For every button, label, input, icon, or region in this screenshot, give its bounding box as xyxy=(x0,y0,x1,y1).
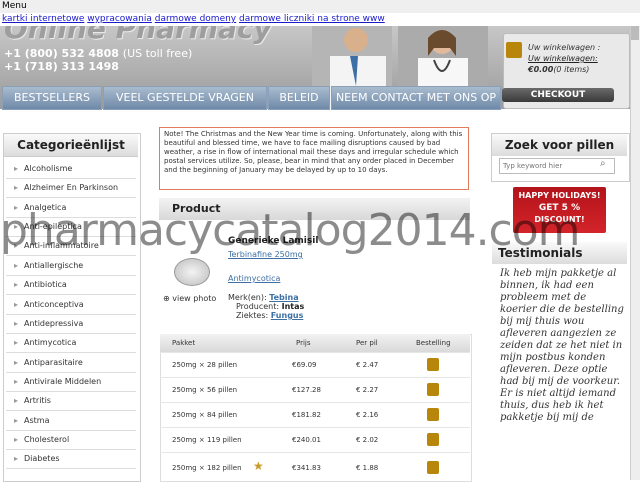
add-to-cart-icon[interactable] xyxy=(427,461,439,474)
category-item[interactable]: Cholesterol xyxy=(6,430,136,450)
search-input[interactable] xyxy=(499,158,615,174)
price-table-header: Pakket Prijs Per pil Bestelling xyxy=(160,334,470,352)
holiday-discount-banner[interactable]: HAPPY HOLIDAYS! GET 5 % DISCOUNT! xyxy=(513,187,606,233)
category-item[interactable]: Anti-inflammatoire xyxy=(6,236,136,256)
search-title: Zoek voor pillen xyxy=(492,134,627,156)
checkout-button[interactable]: CHECKOUT xyxy=(502,88,614,102)
ad-link-liczniki[interactable]: darmowe liczniki na strone www xyxy=(239,14,385,24)
testimonial-text: Ik heb mijn pakketje al binnen, ik had e… xyxy=(500,268,624,423)
pill-image[interactable] xyxy=(174,258,210,286)
cart-bag-icon[interactable] xyxy=(506,42,522,58)
scrollbar-thumb[interactable] xyxy=(631,26,639,40)
add-to-cart-icon[interactable] xyxy=(427,433,439,446)
brand-link[interactable]: Tebina xyxy=(269,293,298,302)
phone-us: +1 (800) 532 4808 (US toll free) xyxy=(4,47,193,60)
menu-bar[interactable]: Menu xyxy=(0,0,640,13)
cart-link[interactable]: Uw winkelwagen: xyxy=(528,54,598,63)
category-title: Categorieënlijst xyxy=(4,134,138,157)
table-row: 250mg × 119 pillen €240.01 € 2.02 xyxy=(160,427,470,452)
nav-policy[interactable]: BELEID xyxy=(268,86,330,110)
category-item[interactable]: Diabetes xyxy=(6,449,136,469)
zoom-icon: ⊕ xyxy=(163,294,170,303)
category-item[interactable]: Anti-epileptica xyxy=(6,217,136,237)
add-to-cart-icon[interactable] xyxy=(427,408,439,421)
add-to-cart-icon[interactable] xyxy=(427,383,439,396)
product-active-link[interactable]: Terbinafine 250mg xyxy=(228,250,303,259)
category-item[interactable]: Alcoholisme xyxy=(6,159,136,179)
category-item[interactable]: Antivirale Middelen xyxy=(6,372,136,392)
table-row: 250mg × 84 pillen €181.82 € 2.16 xyxy=(160,402,470,427)
bestseller-star-icon: ★ xyxy=(253,459,264,473)
table-row: 250mg × 28 pillen €69.09 € 2.47 xyxy=(160,352,470,377)
main-nav: BESTSELLERS VEEL GESTELDE VRAGEN BELEID … xyxy=(0,86,501,110)
nav-contact[interactable]: NEEM CONTACT MET ONS OP xyxy=(331,86,501,110)
product-name: Generieke Lamisil xyxy=(228,236,319,246)
add-to-cart-icon[interactable] xyxy=(427,358,439,371)
category-item[interactable]: Artritis xyxy=(6,391,136,411)
site-logo[interactable]: Online Pharmacy xyxy=(4,26,272,45)
category-item[interactable]: Astma xyxy=(6,411,136,431)
ad-links-bar: kartki internetowe wypracowania darmowe … xyxy=(0,13,640,27)
table-row: 250mg × 56 pillen €127.28 € 2.27 xyxy=(160,377,470,402)
search-icon[interactable]: ⌕ xyxy=(600,158,606,169)
nav-bestsellers[interactable]: BESTSELLERS xyxy=(2,86,102,110)
category-item[interactable]: Analgetica xyxy=(6,198,136,218)
ad-link-kartki[interactable]: kartki internetowe xyxy=(2,14,84,24)
product-brand: Merk(en): Tebina xyxy=(228,293,299,302)
nav-faq[interactable]: VEEL GESTELDE VRAGEN xyxy=(103,86,267,110)
ad-link-domeny[interactable]: darmowe domeny xyxy=(155,14,236,24)
phone-intl: +1 (718) 313 1498 xyxy=(4,60,119,73)
product-disease: Ziektes: Fungus xyxy=(236,311,304,320)
vertical-scrollbar[interactable] xyxy=(630,26,640,480)
category-item[interactable]: Antimycotica xyxy=(6,333,136,353)
category-item[interactable]: Anticonceptiva xyxy=(6,295,136,315)
holiday-note: Note! The Christmas and the New Year tim… xyxy=(159,127,469,190)
cart-summary: Uw winkelwagen : Uw winkelwagen:€0.00(0 … xyxy=(528,43,601,74)
category-item[interactable]: Antiparasitaire xyxy=(6,353,136,373)
disease-link[interactable]: Fungus xyxy=(271,311,304,320)
menu-label[interactable]: Menu xyxy=(2,1,27,11)
product-header: Product xyxy=(159,198,470,220)
product-category-link[interactable]: Antimycotica xyxy=(228,274,280,283)
category-item[interactable]: Alzheimer En Parkinson xyxy=(6,178,136,198)
ad-link-wypracowania[interactable]: wypracowania xyxy=(87,14,152,24)
category-item[interactable]: Antiallergische xyxy=(6,256,136,276)
product-producer: Producent: Intas xyxy=(236,302,305,311)
view-photo-link[interactable]: ⊕ view photo xyxy=(163,294,216,303)
category-item[interactable]: Antidepressiva xyxy=(6,314,136,334)
testimonials-title: Testimonials xyxy=(492,242,627,264)
category-item[interactable]: Antibiotica xyxy=(6,275,136,295)
table-row: 250mg × 182 pillen €341.83 € 1.88 xyxy=(160,452,470,481)
